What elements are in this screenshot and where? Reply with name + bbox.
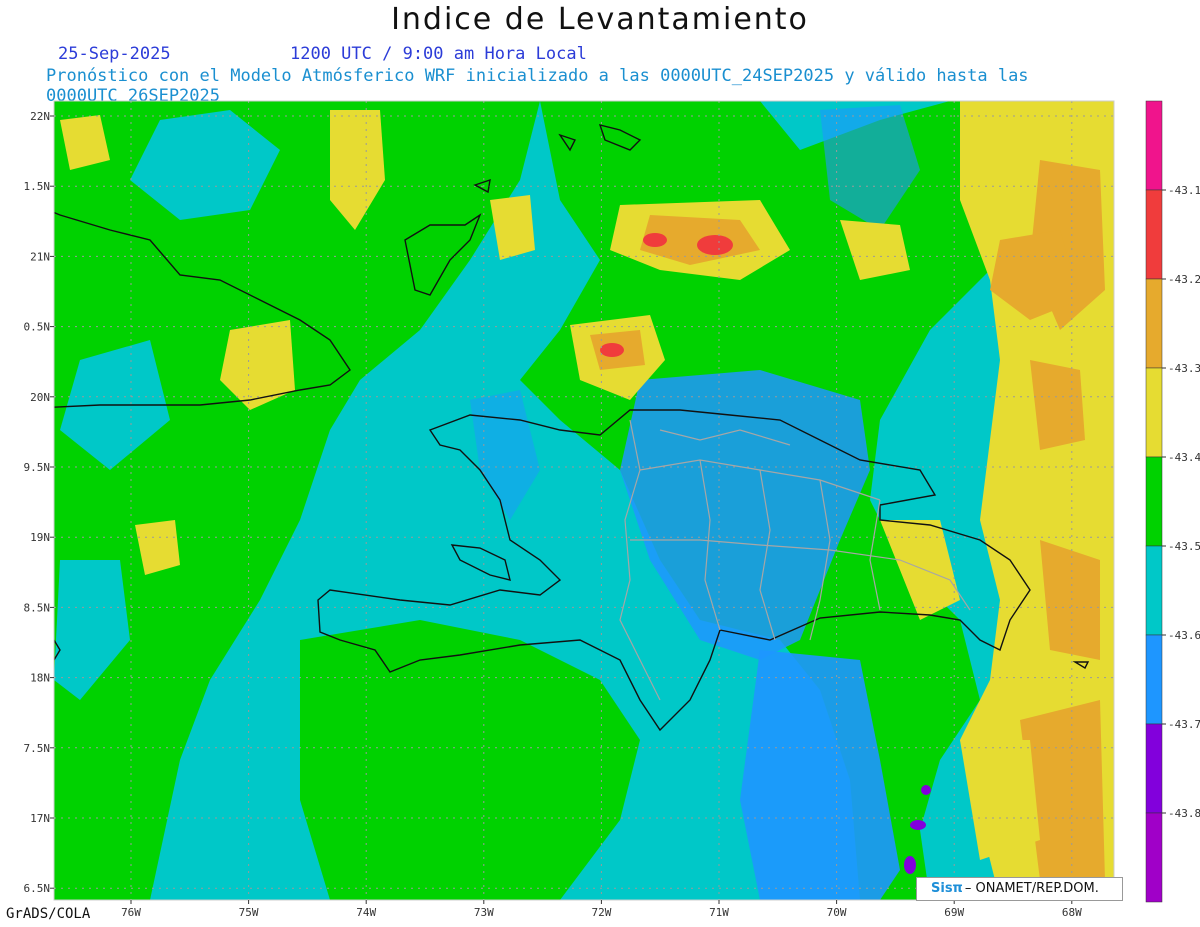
latitude-labels: 22N 1.5N 21N 0.5N 20N 9.5N 19N 8.5N 18N 7.5N 17N 6.… bbox=[24, 110, 54, 895]
lat-label: 21N bbox=[30, 250, 50, 263]
lat-label: 20N bbox=[30, 391, 50, 404]
colorbar-swatch bbox=[1145, 100, 1163, 191]
lat-label: 17N bbox=[30, 812, 50, 825]
grads-footer: GrADS/COLA bbox=[6, 906, 91, 922]
colorbar-swatch bbox=[1145, 456, 1163, 547]
lon-label: 74W bbox=[356, 906, 376, 919]
shaded-field bbox=[54, 101, 1114, 900]
lat-label: 22N bbox=[30, 110, 50, 123]
colorbar-label: -43.1 bbox=[1168, 184, 1200, 197]
colorbar-label: -43.3 bbox=[1168, 362, 1200, 375]
lon-label: 72W bbox=[591, 906, 611, 919]
colorbar-swatch bbox=[1145, 545, 1163, 636]
lon-label: 71W bbox=[709, 906, 729, 919]
credit-box: Sisπ – ONAMET/REP.DOM. bbox=[916, 877, 1123, 901]
colorbar-swatch bbox=[1145, 812, 1163, 903]
colorbar-swatch bbox=[1145, 634, 1163, 725]
lat-label: 1.5N bbox=[24, 180, 51, 193]
longitude-labels: 76W 75W 74W 73W 72W 71W 70W 69W 68W bbox=[121, 900, 1082, 919]
colorbar-label: -43.2 bbox=[1168, 273, 1200, 286]
lifted-index-map: 22N 1.5N 21N 0.5N 20N 9.5N 19N 8.5N 18N 7.5N 17N 6.… bbox=[24, 100, 1200, 919]
colorbar-swatch bbox=[1145, 278, 1163, 369]
colorbar-label: -43.5 bbox=[1168, 540, 1200, 553]
lat-label: 18N bbox=[30, 672, 50, 685]
lat-label: 0.5N bbox=[24, 321, 51, 334]
colorbar: -43.1 -43.2 -43.3 -43.4 -43.5 -43.6 -43.7 -43.8 bbox=[1145, 100, 1200, 903]
lon-label: 70W bbox=[827, 906, 847, 919]
colorbar-swatch bbox=[1145, 723, 1163, 814]
lat-label: 9.5N bbox=[24, 461, 51, 474]
lon-label: 75W bbox=[239, 906, 259, 919]
colorbar-label: -43.4 bbox=[1168, 451, 1200, 464]
credit-org: – ONAMET/REP.DOM. bbox=[964, 881, 1099, 896]
lon-label: 69W bbox=[944, 906, 964, 919]
colorbar-label: -43.6 bbox=[1168, 629, 1200, 642]
lat-label: 7.5N bbox=[24, 742, 51, 755]
lat-label: 8.5N bbox=[24, 601, 51, 614]
lon-label: 68W bbox=[1062, 906, 1082, 919]
colorbar-label: -43.8 bbox=[1168, 807, 1200, 820]
colorbar-swatch bbox=[1145, 367, 1163, 458]
sispi-logo: Sisπ bbox=[931, 881, 963, 896]
lon-label: 76W bbox=[121, 906, 141, 919]
lon-label: 73W bbox=[474, 906, 494, 919]
lat-label: 19N bbox=[30, 531, 50, 544]
lat-label: 6.5N bbox=[24, 882, 51, 895]
colorbar-swatch bbox=[1145, 189, 1163, 280]
colorbar-label: -43.7 bbox=[1168, 718, 1200, 731]
